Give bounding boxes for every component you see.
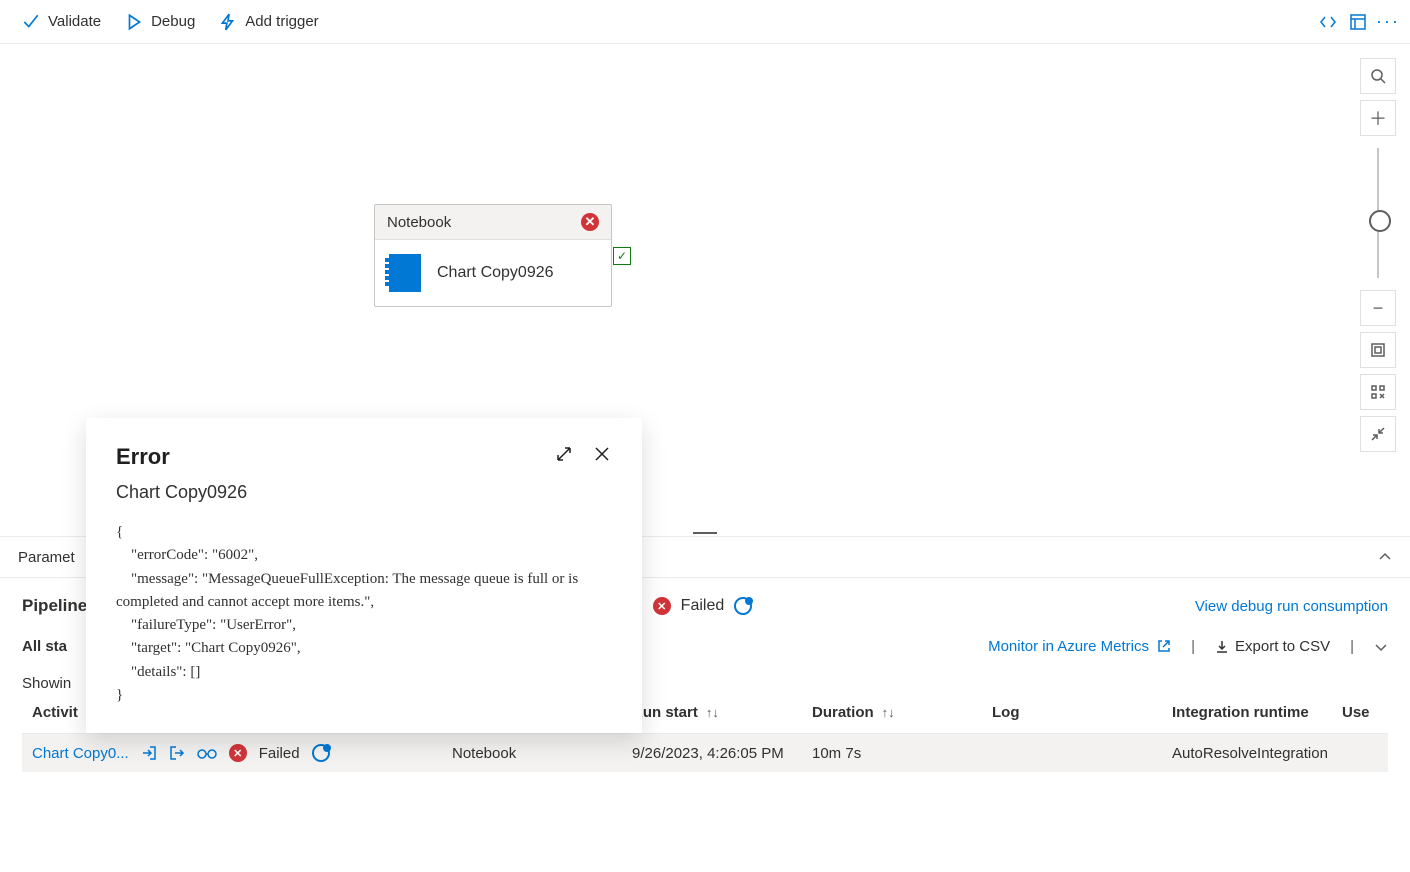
col-run-start[interactable]: Run start↑↓ — [632, 704, 812, 721]
tab-parameters[interactable]: Paramet — [18, 549, 75, 566]
success-connector-icon[interactable]: ✓ — [613, 247, 631, 265]
error-badge-icon: ✕ — [581, 213, 599, 231]
expand-icon[interactable] — [554, 444, 574, 464]
col-duration[interactable]: Duration↑↓ — [812, 704, 992, 721]
row-comment-icon[interactable] — [312, 744, 330, 762]
notebook-icon — [389, 254, 421, 292]
more-icon[interactable]: ··· — [1378, 12, 1398, 32]
export-csv-button[interactable]: Export to CSV — [1215, 638, 1330, 655]
lightning-icon — [219, 13, 237, 31]
failed-icon: ✕ — [653, 597, 671, 615]
table-row[interactable]: Chart Copy0... ✕ Failed Notebook 9/26/20… — [22, 734, 1388, 772]
download-icon — [1215, 640, 1229, 654]
comment-icon[interactable] — [734, 597, 752, 615]
activity-name-link[interactable]: Chart Copy0... — [32, 745, 129, 762]
view-debug-link[interactable]: View debug run consumption — [1195, 598, 1388, 615]
glasses-icon[interactable] — [197, 746, 217, 760]
debug-button[interactable]: Debug — [115, 9, 205, 35]
error-dialog-title: Error — [116, 444, 170, 470]
row-type: Notebook — [452, 745, 632, 762]
export-csv-label: Export to CSV — [1235, 638, 1330, 655]
autolayout-button[interactable] — [1360, 374, 1396, 410]
check-icon — [22, 13, 40, 31]
columns-dropdown-icon[interactable] — [1374, 640, 1388, 654]
zoom-out-button[interactable]: − — [1360, 290, 1396, 326]
code-view-icon[interactable] — [1318, 12, 1338, 32]
output-icon[interactable] — [169, 745, 185, 761]
monitor-metrics-label: Monitor in Azure Metrics — [988, 638, 1149, 655]
search-canvas-button[interactable] — [1360, 58, 1396, 94]
row-duration: 10m 7s — [812, 745, 992, 762]
notebook-activity-node[interactable]: Notebook ✕ Chart Copy0926 ✓ — [374, 204, 612, 307]
error-dialog-body: { "errorCode": "6002", "message": "Messa… — [116, 521, 612, 707]
row-run-start: 9/26/2023, 4:26:05 PM — [632, 745, 812, 762]
monitor-metrics-link[interactable]: Monitor in Azure Metrics — [988, 638, 1171, 655]
col-user[interactable]: Use — [1342, 704, 1410, 721]
col-integration[interactable]: Integration runtime — [1172, 704, 1342, 721]
status-filter[interactable]: All sta — [22, 638, 67, 655]
validate-button[interactable]: Validate — [12, 9, 111, 35]
properties-icon[interactable] — [1348, 12, 1368, 32]
zoom-controls: ＋ − — [1358, 58, 1398, 452]
add-trigger-button[interactable]: Add trigger — [209, 9, 328, 35]
col-log[interactable]: Log — [992, 704, 1172, 721]
error-dialog-subtitle: Chart Copy0926 — [116, 482, 612, 503]
toolbar: Validate Debug Add trigger ··· — [0, 0, 1410, 44]
external-link-icon — [1157, 639, 1171, 653]
pipeline-status-value: Failed — [681, 597, 725, 615]
row-integration: AutoResolveIntegration — [1172, 745, 1342, 762]
play-icon — [125, 13, 143, 31]
debug-label: Debug — [151, 13, 195, 30]
collapse-panel-icon[interactable] — [1378, 550, 1392, 564]
validate-label: Validate — [48, 13, 101, 30]
error-dialog: Error Chart Copy0926 { "errorCode": "600… — [86, 418, 642, 733]
activity-name-label: Chart Copy0926 — [437, 264, 554, 282]
row-status-label: Failed — [259, 745, 300, 762]
input-icon[interactable] — [141, 745, 157, 761]
activity-type-label: Notebook — [387, 214, 451, 231]
zoom-slider[interactable] — [1377, 148, 1379, 278]
add-trigger-label: Add trigger — [245, 13, 318, 30]
pipeline-run-label: Pipeline — [22, 596, 87, 616]
collapse-button[interactable] — [1360, 416, 1396, 452]
row-failed-icon: ✕ — [229, 744, 247, 762]
zoom-in-button[interactable]: ＋ — [1360, 100, 1396, 136]
close-icon[interactable] — [592, 444, 612, 464]
zoom-fit-button[interactable] — [1360, 332, 1396, 368]
